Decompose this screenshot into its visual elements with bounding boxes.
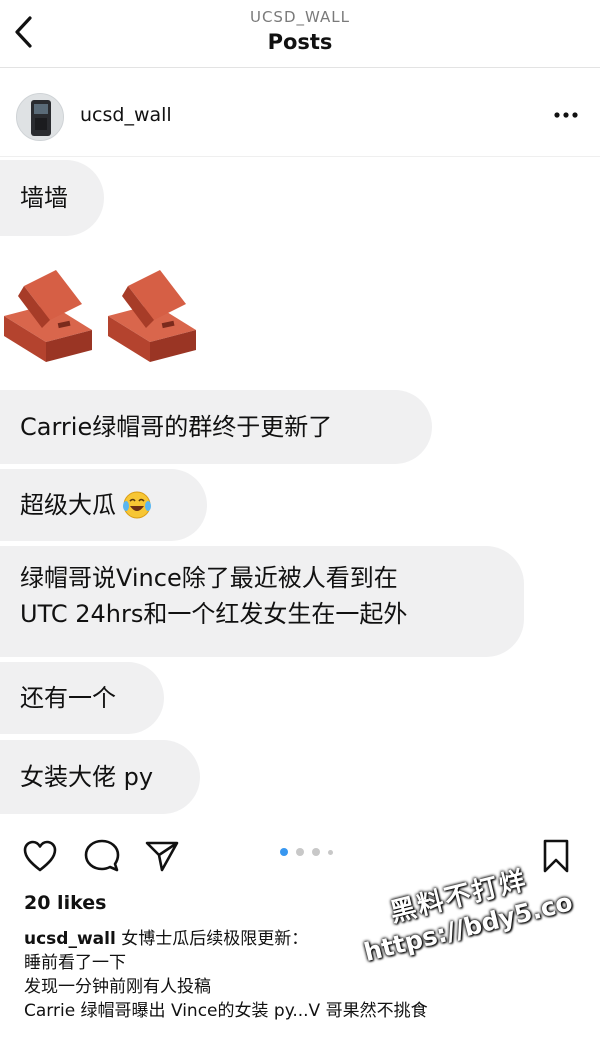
- header-account-name: UCSD_WALL: [249, 8, 350, 26]
- share-icon[interactable]: [142, 836, 182, 876]
- caption-line-1: 女博士瓜后续极限更新：: [121, 929, 309, 949]
- carousel-dot-active: [280, 848, 288, 856]
- chat-bubble-1: 墙墙: [0, 160, 104, 236]
- carousel-dot: [312, 848, 320, 856]
- chat-bubble-5: 还有一个: [0, 662, 164, 734]
- brick-emojis: [0, 258, 210, 368]
- chat-text-4a: 绿帽哥说Vince除了最近被人看到在: [20, 564, 398, 592]
- chat-bubble-6: 女装大佬 py: [0, 740, 200, 814]
- heart-icon[interactable]: [20, 836, 60, 876]
- post-username[interactable]: ucsd_wall: [80, 104, 172, 126]
- page-title: Posts: [267, 30, 333, 54]
- avatar[interactable]: [16, 93, 64, 141]
- chat-bubble-4: 绿帽哥说Vince除了最近被人看到在 UTC 24hrs和一个红发女生在一起外: [0, 546, 524, 657]
- carousel-dot: [296, 848, 304, 856]
- brick-icon: [4, 270, 92, 362]
- chat-text-5: 还有一个: [20, 684, 116, 712]
- chat-text-4b: UTC 24hrs和一个红发女生在一起外: [20, 600, 408, 628]
- chat-bubble-3: 超级大瓜: [0, 469, 207, 541]
- tears-of-joy-emoji: [122, 490, 152, 520]
- chat-text-2: Carrie绿帽哥的群终于更新了: [20, 413, 333, 441]
- caption-line-3: 发现一分钟前刚有人投稿: [24, 977, 211, 997]
- more-options-icon[interactable]: [548, 103, 584, 127]
- likes-count[interactable]: 20 likes: [24, 892, 106, 914]
- caption-username[interactable]: ucsd_wall: [24, 929, 116, 949]
- carousel-dot: [328, 850, 333, 855]
- top-bar: UCSD_WALL Posts: [0, 0, 600, 68]
- brick-icon: [108, 270, 196, 362]
- carousel-indicator: [280, 848, 350, 858]
- post-header: ucsd_wall: [0, 69, 600, 157]
- chat-text-1: 墙墙: [20, 184, 68, 212]
- chat-bubble-2: Carrie绿帽哥的群终于更新了: [0, 390, 432, 464]
- caption-line-4: Carrie 绿帽哥曝出 Vince的女装 py...V 哥果然不挑食: [24, 1001, 428, 1021]
- comment-icon[interactable]: [82, 836, 122, 876]
- chat-text-6: 女装大佬 py: [20, 763, 154, 791]
- chat-text-3: 超级大瓜: [20, 491, 116, 519]
